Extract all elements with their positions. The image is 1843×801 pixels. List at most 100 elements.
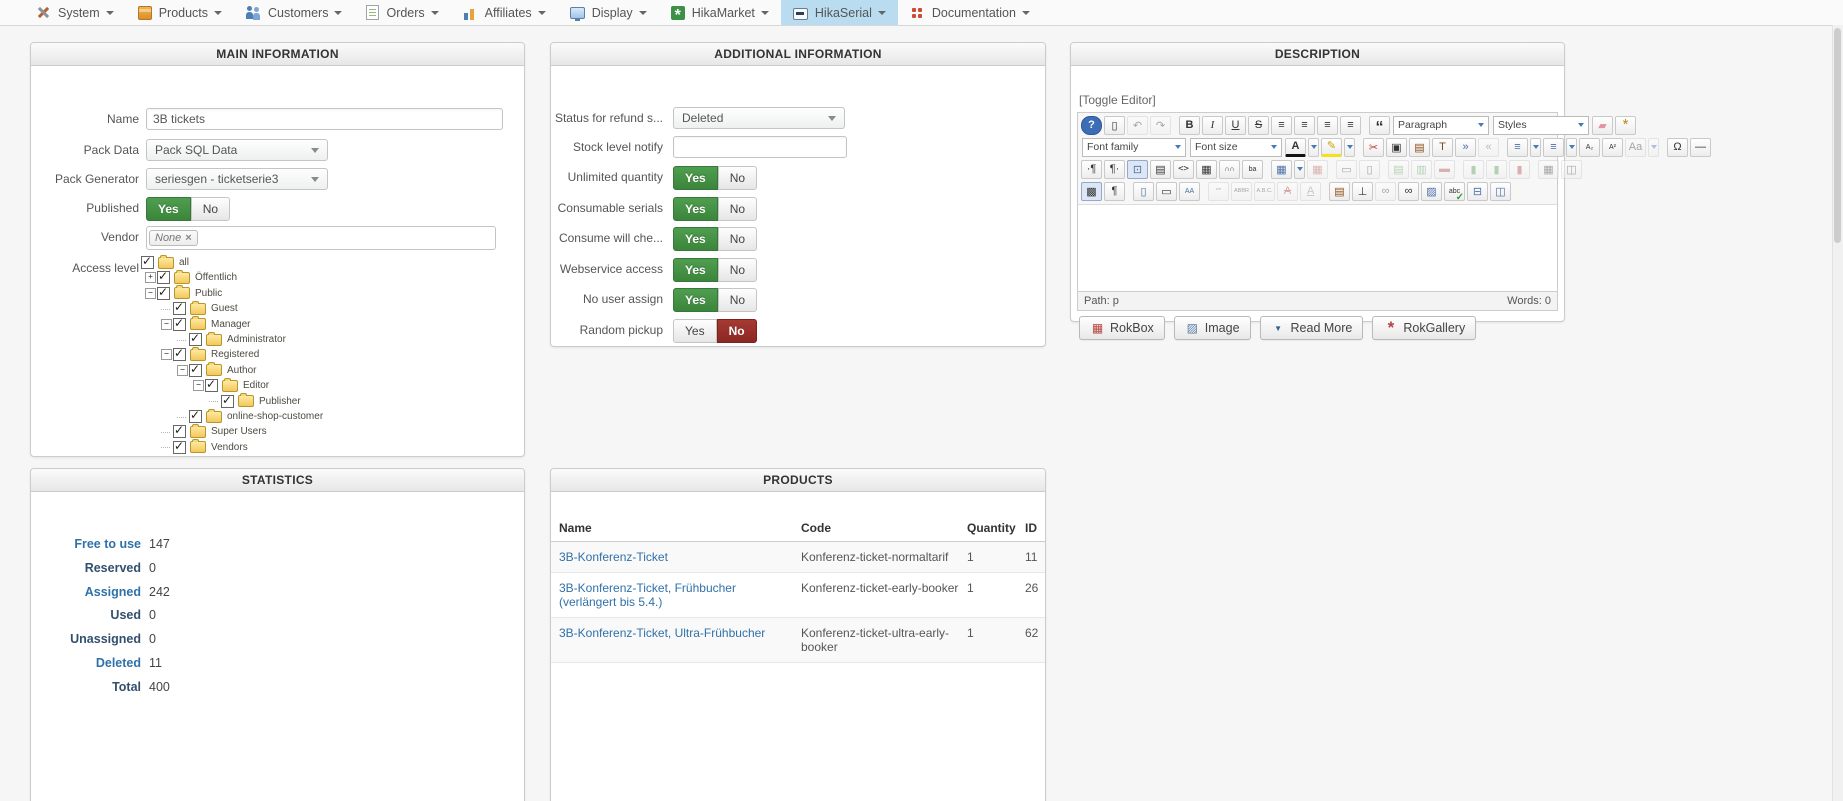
toggle-no-button[interactable]: No bbox=[717, 257, 758, 282]
table-insert-icon[interactable]: ▦ bbox=[1271, 159, 1292, 179]
justify-center-icon[interactable]: ≡ bbox=[1294, 115, 1315, 135]
status-refund-select[interactable]: Deleted bbox=[673, 107, 845, 129]
read-more-button[interactable]: ▼ Read More bbox=[1259, 316, 1364, 340]
superscript-icon[interactable]: A² bbox=[1602, 137, 1623, 157]
tree-checkbox[interactable] bbox=[189, 362, 202, 377]
bold-icon[interactable]: B bbox=[1179, 115, 1200, 135]
tree-item-label[interactable]: online-shop-customer bbox=[227, 411, 323, 422]
tree-checkbox[interactable] bbox=[173, 316, 186, 331]
tree-item-label[interactable]: Manager bbox=[211, 319, 250, 330]
show-blocks-icon[interactable]: ▩ bbox=[1081, 181, 1102, 201]
toggle-no-button[interactable]: No bbox=[716, 319, 757, 343]
tree-checkbox[interactable] bbox=[221, 393, 234, 408]
tree-checkbox[interactable] bbox=[173, 423, 186, 439]
tree-item-label[interactable]: Administrator bbox=[227, 334, 286, 345]
toggle-yes-button[interactable]: Yes bbox=[673, 319, 717, 343]
toggle-editor-link[interactable]: [Toggle Editor] bbox=[1079, 93, 1156, 107]
ordered-list-caret-icon[interactable] bbox=[1530, 137, 1541, 157]
preview-icon[interactable]: ▤ bbox=[1150, 159, 1171, 179]
toggle-no-button[interactable]: No bbox=[717, 166, 758, 190]
table-insert-caret-icon[interactable] bbox=[1294, 159, 1305, 179]
tree-checkbox[interactable] bbox=[173, 439, 186, 454]
insert-image-icon[interactable]: ▨ bbox=[1421, 181, 1442, 201]
highlight-icon[interactable]: ✎ bbox=[1321, 137, 1342, 157]
help-icon[interactable]: ? bbox=[1081, 115, 1102, 135]
toggle-yes-button[interactable]: Yes bbox=[673, 227, 718, 252]
name-input[interactable] bbox=[146, 108, 503, 130]
tree-expander-icon[interactable]: − bbox=[193, 380, 204, 392]
image-button[interactable]: ▨ Image bbox=[1173, 316, 1251, 340]
product-name-link[interactable]: 3B-Konferenz-Ticket, Frühbucher (verläng… bbox=[559, 573, 801, 617]
font-family-select[interactable]: Font family bbox=[1082, 137, 1186, 157]
stat-label[interactable]: Assigned bbox=[85, 585, 141, 599]
visual-chars-icon[interactable]: ·¶ bbox=[1081, 159, 1102, 179]
tree-expander-icon[interactable]: − bbox=[161, 318, 172, 330]
tree-item-label[interactable]: Guest bbox=[211, 303, 238, 314]
rokgallery-button[interactable]: * RokGallery bbox=[1372, 316, 1477, 340]
paste-icon[interactable]: ▤ bbox=[1409, 137, 1430, 157]
published-no-button[interactable]: No bbox=[190, 197, 231, 221]
paste-text-icon[interactable]: T bbox=[1432, 137, 1453, 157]
tree-item-label[interactable]: Public bbox=[195, 288, 222, 299]
horizontal-rule-icon[interactable]: — bbox=[1690, 137, 1711, 157]
toggle-yes-button[interactable]: Yes bbox=[673, 257, 718, 282]
print-icon[interactable]: ▦ bbox=[1196, 159, 1217, 179]
tree-item-label[interactable]: Vendors bbox=[211, 442, 248, 453]
tree-item-label[interactable]: Author bbox=[227, 365, 256, 376]
new-document-icon[interactable]: ▯ bbox=[1104, 115, 1125, 135]
bullet-list-caret-icon[interactable] bbox=[1566, 137, 1577, 157]
pack-data-select[interactable]: Pack SQL Data bbox=[146, 139, 328, 161]
tree-checkbox[interactable] bbox=[189, 331, 202, 346]
note-icon[interactable]: ▤ bbox=[1329, 181, 1350, 201]
tree-item-label[interactable]: Publisher bbox=[259, 396, 301, 407]
italic-icon[interactable]: I bbox=[1202, 115, 1223, 135]
indent-icon[interactable]: » bbox=[1455, 137, 1476, 157]
tree-checkbox[interactable] bbox=[141, 254, 154, 269]
cut-icon[interactable]: ✂ bbox=[1363, 137, 1384, 157]
text-direction-icon[interactable]: ¶· bbox=[1104, 159, 1125, 179]
link-icon[interactable]: ∞ bbox=[1398, 181, 1419, 201]
remove-tag-icon[interactable]: × bbox=[185, 232, 191, 244]
tree-checkbox[interactable] bbox=[173, 300, 186, 316]
tree-expander-icon[interactable]: + bbox=[145, 272, 156, 284]
stat-label[interactable]: Free to use bbox=[74, 537, 141, 551]
tree-checkbox[interactable] bbox=[189, 408, 202, 423]
menu-item-affiliates[interactable]: Affiliates bbox=[451, 0, 558, 25]
pack-generator-select[interactable]: seriesgen - ticketserie3 bbox=[146, 168, 328, 190]
media-icon[interactable]: ▭ bbox=[1156, 181, 1177, 201]
copy-icon[interactable]: ▣ bbox=[1386, 137, 1407, 157]
paragraph-icon[interactable]: ¶ bbox=[1104, 181, 1125, 201]
tree-item-label[interactable]: Öffentlich bbox=[195, 272, 237, 283]
font-select-icon[interactable]: AA bbox=[1179, 181, 1200, 201]
styles-select[interactable]: Styles bbox=[1493, 115, 1589, 135]
toggle-yes-button[interactable]: Yes bbox=[673, 196, 718, 221]
ordered-list-icon[interactable]: ≡ bbox=[1507, 137, 1528, 157]
blockquote-icon[interactable]: “ bbox=[1369, 115, 1390, 136]
menu-item-documentation[interactable]: Documentation bbox=[898, 0, 1042, 25]
tree-item-label[interactable]: Registered bbox=[211, 349, 259, 360]
menu-item-hikaserial[interactable]: HikaSerial bbox=[780, 0, 898, 25]
translate-icon[interactable]: ba bbox=[1242, 159, 1263, 179]
menu-item-hikamarket[interactable]: HikaMarket bbox=[659, 0, 781, 25]
subscript-icon[interactable]: A₂ bbox=[1579, 137, 1600, 157]
menu-item-system[interactable]: System bbox=[24, 0, 126, 25]
toggle-no-button[interactable]: No bbox=[717, 196, 758, 221]
tree-expander-icon[interactable]: − bbox=[145, 287, 156, 299]
highlight-caret-icon[interactable] bbox=[1344, 137, 1355, 157]
eraser-icon[interactable]: ▰ bbox=[1592, 115, 1613, 135]
layer-icon[interactable]: ⊟ bbox=[1467, 181, 1488, 201]
product-name-link[interactable]: 3B-Konferenz-Ticket bbox=[559, 542, 801, 572]
justify-right-icon[interactable]: ≡ bbox=[1340, 115, 1361, 135]
tree-checkbox[interactable] bbox=[157, 269, 170, 285]
text-color-icon[interactable]: A bbox=[1285, 137, 1306, 157]
menu-item-products[interactable]: Products bbox=[126, 0, 234, 25]
published-yes-button[interactable]: Yes bbox=[146, 197, 191, 221]
menu-item-customers[interactable]: Customers bbox=[234, 0, 354, 25]
page-break-icon[interactable]: ▯ bbox=[1133, 181, 1154, 201]
strikethrough-icon[interactable]: S bbox=[1248, 115, 1269, 135]
justify-left-icon[interactable]: ≡ bbox=[1317, 115, 1338, 135]
justify-full-icon[interactable]: ≡ bbox=[1271, 115, 1292, 135]
spellcheck-icon[interactable]: abc bbox=[1444, 181, 1465, 203]
tree-expander-icon[interactable]: − bbox=[177, 364, 188, 376]
scrollbar-thumb[interactable] bbox=[1834, 28, 1841, 243]
